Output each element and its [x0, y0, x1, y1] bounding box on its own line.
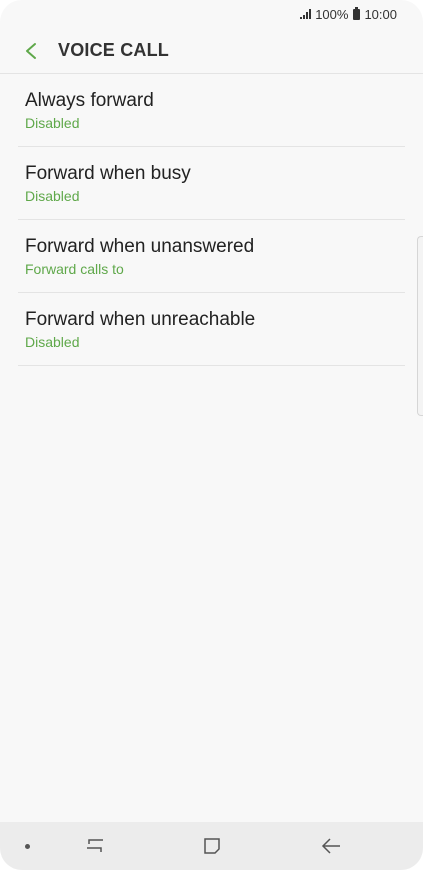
list-item-forward-when-unreachable[interactable]: Forward when unreachable Disabled — [18, 293, 405, 366]
home-icon[interactable] — [199, 834, 225, 858]
nav-back-icon[interactable] — [318, 834, 344, 858]
status-time: 10:00 — [364, 6, 397, 22]
battery-percentage: 100% — [315, 6, 349, 22]
page-title: VOICE CALL — [58, 40, 170, 60]
navigation-bar — [0, 822, 423, 870]
phone-screen: 100% 10:00 VOICE CALL Always forward Dis… — [0, 0, 423, 870]
back-arrow-icon[interactable] — [16, 36, 46, 66]
list-item-forward-when-busy[interactable]: Forward when busy Disabled — [18, 147, 405, 220]
call-forwarding-list: Always forward Disabled Forward when bus… — [18, 74, 405, 366]
list-item-always-forward[interactable]: Always forward Disabled — [18, 74, 405, 147]
item-status: Disabled — [25, 334, 80, 350]
app-header: VOICE CALL — [0, 28, 423, 74]
item-status: Forward calls to — [25, 261, 124, 277]
item-status: Disabled — [25, 188, 80, 204]
recent-apps-icon[interactable] — [82, 834, 108, 858]
battery-icon — [353, 6, 361, 20]
item-title: Forward when unreachable — [25, 309, 256, 330]
hide-nav-dot-icon[interactable] — [25, 844, 30, 849]
item-title: Forward when unanswered — [25, 236, 255, 257]
list-item-forward-when-unanswered[interactable]: Forward when unanswered Forward calls to — [18, 220, 405, 293]
item-title: Forward when busy — [25, 163, 191, 184]
signal-icon — [300, 9, 312, 19]
item-title: Always forward — [25, 90, 154, 111]
item-status: Disabled — [25, 115, 80, 131]
status-bar: 100% 10:00 — [0, 0, 423, 28]
edge-panel-handle[interactable] — [417, 236, 423, 416]
